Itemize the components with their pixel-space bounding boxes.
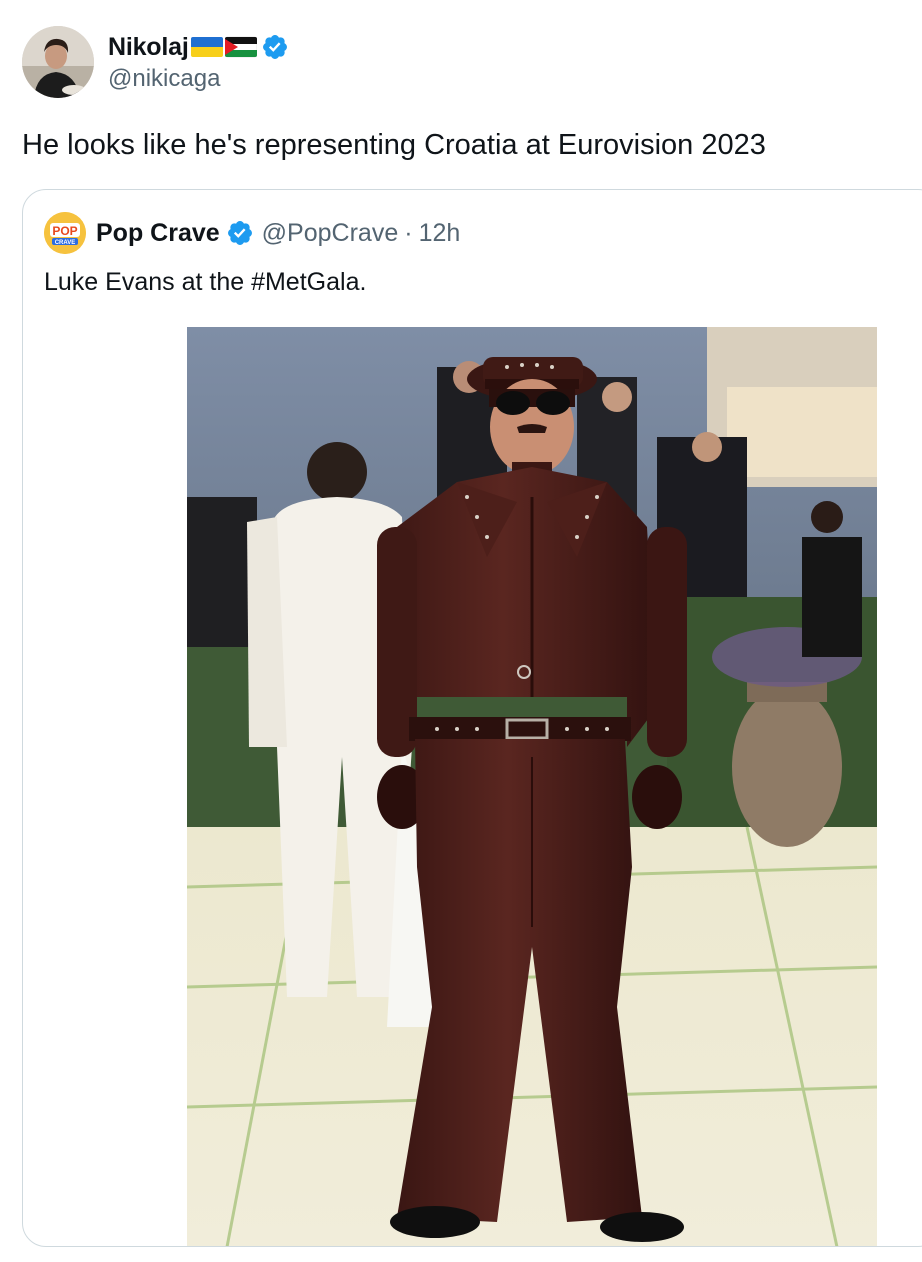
tweet-header: Nikolaj @nikicaga <box>22 26 289 100</box>
palestine-flag-icon <box>224 36 257 58</box>
author-handle[interactable]: @nikicaga <box>108 65 289 93</box>
tweet-text: He looks like he's representing Croatia … <box>22 129 766 161</box>
quoted-tweet-header: POP CRAVE Pop Crave @PopCrave · 12h <box>44 212 460 254</box>
tweet[interactable]: Nikolaj @nikicaga He looks like he's rep… <box>0 0 922 1262</box>
separator-dot: · <box>404 218 413 247</box>
quoted-tweet-timestamp[interactable]: 12h <box>419 219 461 248</box>
quoted-author-display-name[interactable]: Pop Crave <box>96 219 220 248</box>
ukraine-flag-icon <box>190 36 223 58</box>
quoted-tweet-text: Luke Evans at the #MetGala. <box>44 268 367 296</box>
pop-crave-logo-text: POP <box>52 224 77 238</box>
pop-crave-logo-subtext: CRAVE <box>55 240 76 246</box>
verified-badge-icon[interactable] <box>226 219 254 247</box>
quoted-author-handle[interactable]: @PopCrave <box>262 219 399 248</box>
quoted-author-avatar[interactable]: POP CRAVE <box>44 212 86 254</box>
verified-badge-icon[interactable] <box>261 33 289 61</box>
quoted-tweet-photo[interactable] <box>187 327 877 1246</box>
author-avatar[interactable] <box>22 26 94 98</box>
author-display-name[interactable]: Nikolaj <box>108 33 189 62</box>
quoted-tweet-card[interactable]: POP CRAVE Pop Crave @PopCrave · 12h Luke… <box>22 189 922 1247</box>
